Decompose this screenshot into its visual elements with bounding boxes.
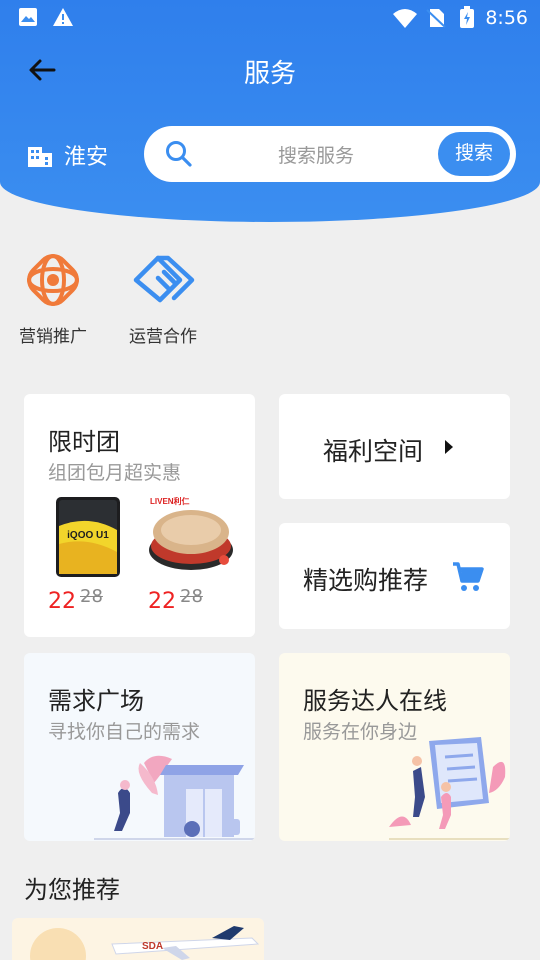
product-price: 22 28	[48, 586, 103, 614]
card-title: 精选购推荐	[303, 566, 429, 595]
caret-right-icon	[445, 440, 453, 454]
search-button[interactable]: 搜索	[438, 132, 510, 176]
phone-product-image[interactable]: iQOO U1	[54, 496, 122, 578]
wifi-icon	[393, 9, 417, 28]
airline-banner-image: SDA	[30, 926, 260, 960]
selected-card[interactable]: 精选购推荐	[279, 523, 510, 629]
price-value: 22	[148, 589, 176, 614]
warning-icon	[53, 8, 73, 26]
group-buy-card[interactable]: 限时团 组团包月超实惠 iQOO U1 22 28 LIVEN利仁 22 28	[24, 394, 255, 637]
cart-icon	[453, 562, 484, 591]
building-icon	[28, 147, 52, 167]
handshake-icon	[133, 255, 195, 303]
svg-text:iQOO U1: iQOO U1	[67, 530, 109, 541]
original-price: 28	[180, 586, 203, 607]
grill-product-image[interactable]: LIVEN利仁	[146, 494, 236, 576]
no-sim-icon	[426, 9, 446, 28]
quick-entry-label: 运营合作	[129, 327, 197, 347]
recommend-banner[interactable]: SDA	[12, 918, 264, 960]
welfare-card[interactable]: 福利空间	[279, 394, 510, 499]
city-name: 淮安	[64, 145, 109, 170]
image-icon	[19, 8, 37, 26]
status-bar: 8:56	[0, 0, 540, 38]
online-service-illustration	[389, 737, 510, 840]
recommend-title: 为您推荐	[24, 876, 120, 904]
quick-entry-marketing[interactable]: 营销推广	[8, 250, 98, 347]
city-selector[interactable]: 淮安	[26, 138, 108, 172]
search-input[interactable]: 搜索服务	[278, 141, 354, 168]
quick-entry-cooperation[interactable]: 运营合作	[118, 250, 208, 347]
title-bar: 服务	[0, 48, 540, 92]
airline-brand: SDA	[142, 941, 163, 952]
card-title: 服务达人在线	[303, 687, 447, 715]
card-subtitle: 组团包月超实惠	[48, 462, 182, 484]
card-title: 限时团	[48, 428, 120, 456]
expert-card[interactable]: 服务达人在线 服务在你身边	[279, 653, 510, 841]
demand-card[interactable]: 需求广场 寻找你自己的需求	[24, 653, 255, 841]
svg-text:LIVEN利仁: LIVEN利仁	[150, 496, 190, 506]
card-title: 需求广场	[48, 687, 144, 715]
card-subtitle: 寻找你自己的需求	[48, 721, 201, 743]
quick-entry-label: 营销推广	[19, 327, 87, 347]
price-value: 22	[48, 589, 76, 614]
atom-icon	[27, 254, 79, 306]
original-price: 28	[80, 586, 103, 607]
search-icon	[166, 141, 192, 167]
status-time: 8:56	[485, 7, 528, 29]
product-price: 22 28	[148, 586, 203, 614]
battery-icon	[460, 6, 474, 28]
warehouse-illustration	[94, 755, 255, 840]
search-bar[interactable]: 搜索服务 搜索	[144, 126, 516, 182]
card-title: 福利空间	[323, 437, 424, 466]
page-title: 服务	[243, 59, 296, 89]
